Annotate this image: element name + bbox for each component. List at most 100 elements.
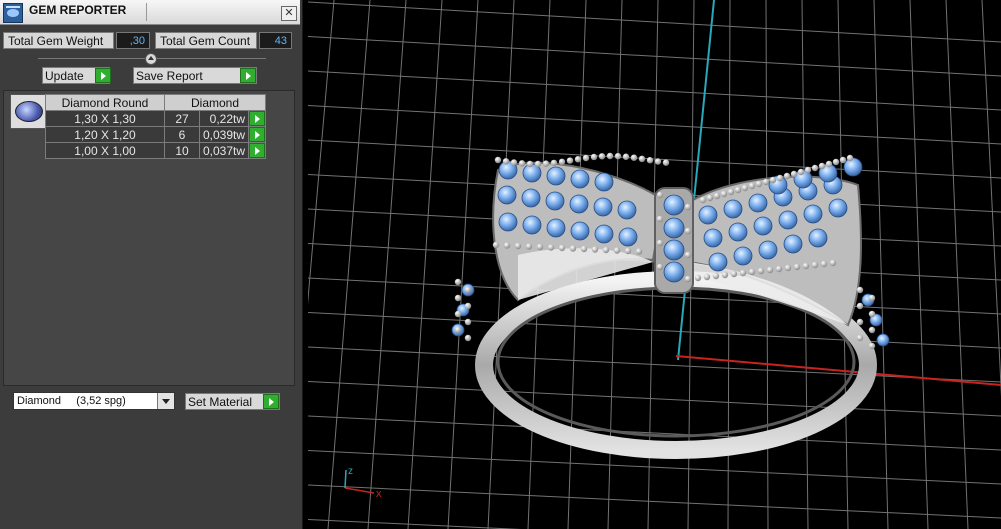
prong (591, 246, 599, 253)
arrow-right-icon[interactable] (249, 143, 266, 158)
row-go-button[interactable] (248, 126, 267, 143)
prong (569, 245, 577, 252)
gem-stone (522, 215, 542, 235)
set-material-button[interactable]: Set Material (185, 393, 280, 410)
prong (646, 157, 654, 164)
save-report-go-icon[interactable] (240, 68, 256, 83)
gem-stone (703, 228, 723, 248)
prong (492, 241, 500, 249)
material-dropdown[interactable]: Diamond (3,52 spg) (13, 392, 175, 410)
prong (775, 265, 783, 273)
prong (494, 156, 502, 164)
gem-size: 1,20 X 1,20 (45, 126, 165, 143)
prong (769, 176, 777, 184)
grid-line (367, 0, 407, 529)
gem-reporter-app-icon (3, 3, 23, 23)
prong (825, 160, 833, 168)
gizmo-z-label: z (348, 466, 353, 477)
gem-weight: 0,22tw (198, 110, 250, 127)
prong (606, 152, 614, 160)
gem-stone (545, 191, 565, 211)
gizmo-x-line (344, 487, 375, 494)
ring-shank-inner (496, 286, 856, 438)
prong (454, 294, 462, 302)
update-button[interactable]: Update (42, 67, 111, 84)
3d-viewport[interactable]: x z (308, 0, 1001, 529)
gem-size: 1,30 X 1,30 (45, 110, 165, 127)
prong (820, 260, 828, 268)
gem-count: 27 (164, 110, 200, 127)
gem-stone (570, 221, 590, 241)
close-icon[interactable]: ✕ (281, 6, 297, 21)
x-axis-line (675, 355, 1001, 386)
prong (526, 160, 534, 168)
total-gem-count-label: Total Gem Count (155, 32, 257, 49)
gem-stone (663, 239, 685, 261)
prong (464, 334, 472, 342)
gem-stone (617, 200, 637, 220)
chevron-down-icon[interactable] (157, 393, 174, 409)
table-row: 1,00 X 1,00 10 0,037tw (45, 142, 267, 159)
title-bar[interactable]: GEM REPORTER ✕ (0, 0, 300, 25)
gem-stone (828, 198, 848, 218)
prong (630, 154, 638, 161)
prong (684, 251, 692, 259)
gem-reporter-panel: GEM REPORTER ✕ Total Gem Weight ,30 Tota… (0, 0, 303, 529)
row-go-button[interactable] (248, 110, 267, 127)
viewport-canvas[interactable]: x z (308, 0, 1001, 529)
gem-weight: 0,037tw (198, 142, 250, 159)
gem-stone (594, 224, 614, 244)
prong (624, 247, 632, 255)
grid-line (873, 0, 889, 529)
prong (868, 326, 876, 334)
gem-stone (569, 194, 589, 214)
ring-model[interactable] (451, 152, 890, 459)
prong (811, 261, 819, 269)
prong (684, 203, 692, 211)
row-go-button[interactable] (248, 142, 267, 159)
prong (856, 302, 864, 310)
grid-line (308, 519, 522, 529)
prong (558, 244, 566, 252)
set-material-go-icon[interactable] (263, 394, 279, 409)
prong (797, 168, 805, 176)
prong (602, 246, 610, 254)
grid-line (308, 0, 335, 305)
prong (580, 245, 588, 253)
gem-stone (546, 166, 566, 186)
prong (656, 191, 664, 199)
gem-stone (808, 228, 828, 248)
gem-weight: 0,039tw (198, 126, 250, 143)
grid-line (327, 0, 371, 529)
prong (525, 243, 533, 250)
y-axis-line (677, 0, 715, 361)
gem-stone (498, 212, 518, 232)
set-material-label: Set Material (188, 395, 253, 409)
arrow-right-icon[interactable] (249, 127, 266, 142)
gem-stone (723, 199, 743, 219)
diamond-round-thumbnail-icon[interactable] (10, 94, 47, 129)
arrow-right-icon[interactable] (249, 111, 266, 126)
prong (784, 264, 792, 272)
prong (846, 154, 854, 162)
collapse-handle-icon[interactable] (145, 53, 157, 65)
update-go-icon[interactable] (95, 68, 111, 83)
gem-stone (843, 157, 863, 177)
prong (684, 227, 692, 235)
prong (699, 196, 707, 204)
table-header-shape: Diamond Round (45, 94, 165, 111)
prong (656, 263, 664, 271)
gem-stone (698, 205, 718, 225)
prong (757, 267, 765, 275)
prong (454, 278, 462, 286)
gem-stone (803, 204, 823, 224)
prong (656, 215, 664, 223)
prong (503, 242, 511, 249)
prong (856, 318, 864, 326)
prong (818, 162, 826, 170)
update-button-label: Update (45, 69, 84, 83)
save-report-button[interactable]: Save Report (133, 67, 257, 84)
gem-stone (783, 234, 803, 254)
table-header-material: Diamond (163, 94, 267, 111)
gem-table: Diamond Round Diamond 1,30 X 1,30 27 0,2… (45, 94, 267, 159)
